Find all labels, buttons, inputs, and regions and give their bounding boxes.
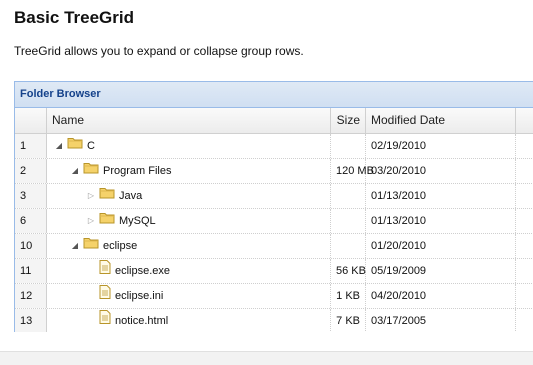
row-number: 13	[15, 309, 47, 332]
size-cell	[331, 234, 366, 258]
table-row[interactable]: 1 ◢ C 02/19/2010	[15, 134, 533, 159]
tree-grid: Name Size Modified Date 1 ◢ C 02/19/2010 2 ◢ P…	[15, 108, 533, 332]
item-name: C	[87, 140, 95, 153]
row-number: 1	[15, 134, 47, 158]
modified-date-cell: 01/13/2010	[366, 184, 516, 208]
expand-arrow-icon[interactable]: ▷	[85, 209, 97, 233]
grid-header: Name Size Modified Date	[15, 108, 533, 134]
collapse-arrow-icon[interactable]: ◢	[53, 134, 65, 158]
modified-date-cell: 02/19/2010	[366, 134, 516, 158]
item-name: eclipse.ini	[115, 290, 164, 303]
table-row[interactable]: 12 eclipse.ini 1 KB 04/20/2010	[15, 284, 533, 309]
folder-browser-panel: Folder Browser Name Size Modified Date 1…	[14, 81, 533, 332]
header-size[interactable]: Size	[331, 108, 366, 133]
modified-date-cell: 01/20/2010	[366, 234, 516, 258]
size-cell	[331, 134, 366, 158]
size-cell: 7 KB	[331, 309, 366, 332]
filler-cell	[516, 159, 533, 183]
filler-cell	[516, 209, 533, 233]
name-cell: ◢ Program Files	[47, 159, 331, 183]
name-cell: ▷ MySQL	[47, 209, 331, 233]
table-row[interactable]: 3 ▷ Java 01/13/2010	[15, 184, 533, 209]
filler-cell	[516, 259, 533, 283]
header-name[interactable]: Name	[47, 108, 331, 133]
name-cell: ▷ Java	[47, 184, 331, 208]
file-icon	[99, 284, 111, 308]
name-cell: notice.html	[47, 309, 331, 332]
size-cell	[331, 209, 366, 233]
filler-cell	[516, 134, 533, 158]
name-cell: ◢ eclipse	[47, 234, 331, 258]
size-cell: 56 KB	[331, 259, 366, 283]
page-footer-bar	[0, 351, 533, 365]
size-cell	[331, 184, 366, 208]
item-name: Java	[119, 190, 143, 203]
filler-cell	[516, 309, 533, 332]
item-name: notice.html	[115, 315, 169, 328]
folder-icon	[67, 134, 83, 158]
folder-icon	[83, 159, 99, 183]
item-name: MySQL	[119, 215, 156, 228]
filler-cell	[516, 284, 533, 308]
item-name: eclipse	[103, 240, 138, 253]
table-row[interactable]: 11 eclipse.exe 56 KB 05/19/2009	[15, 259, 533, 284]
modified-date-cell: 05/19/2009	[366, 259, 516, 283]
collapse-arrow-icon[interactable]: ◢	[69, 234, 81, 258]
row-number: 11	[15, 259, 47, 283]
header-rownum	[15, 108, 47, 133]
table-row[interactable]: 10 ◢ eclipse 01/20/2010	[15, 234, 533, 259]
file-icon	[99, 259, 111, 283]
header-date[interactable]: Modified Date	[366, 108, 516, 133]
row-number: 12	[15, 284, 47, 308]
collapse-arrow-icon[interactable]: ◢	[69, 159, 81, 183]
panel-title: Folder Browser	[15, 82, 533, 108]
modified-date-cell: 04/20/2010	[366, 284, 516, 308]
modified-date-cell: 03/17/2005	[366, 309, 516, 332]
name-cell: ◢ C	[47, 134, 331, 158]
table-row[interactable]: 6 ▷ MySQL 01/13/2010	[15, 209, 533, 234]
size-cell: 1 KB	[331, 284, 366, 308]
row-number: 2	[15, 159, 47, 183]
size-cell: 120 MB	[331, 159, 374, 183]
row-number: 10	[15, 234, 47, 258]
page-title: Basic TreeGrid	[14, 8, 135, 27]
name-cell: eclipse.ini	[47, 284, 331, 308]
file-icon	[99, 309, 111, 332]
modified-date-cell: 01/13/2010	[366, 209, 516, 233]
table-row[interactable]: 13 notice.html 7 KB 03/17/2005	[15, 309, 533, 332]
expand-arrow-icon[interactable]: ▷	[85, 184, 97, 208]
row-number: 3	[15, 184, 47, 208]
item-name: eclipse.exe	[115, 265, 171, 278]
folder-icon	[99, 184, 115, 208]
page-description: TreeGrid allows you to expand or collaps…	[14, 44, 304, 58]
modified-date-cell: 03/20/2010	[366, 159, 516, 183]
item-name: Program Files	[103, 165, 172, 178]
row-number: 6	[15, 209, 47, 233]
table-row[interactable]: 2 ◢ Program Files 120 MB 03/20/2010	[15, 159, 533, 184]
filler-cell	[516, 184, 533, 208]
folder-icon	[83, 234, 99, 258]
name-cell: eclipse.exe	[47, 259, 331, 283]
header-filler	[516, 108, 533, 133]
folder-icon	[99, 209, 115, 233]
filler-cell	[516, 234, 533, 258]
